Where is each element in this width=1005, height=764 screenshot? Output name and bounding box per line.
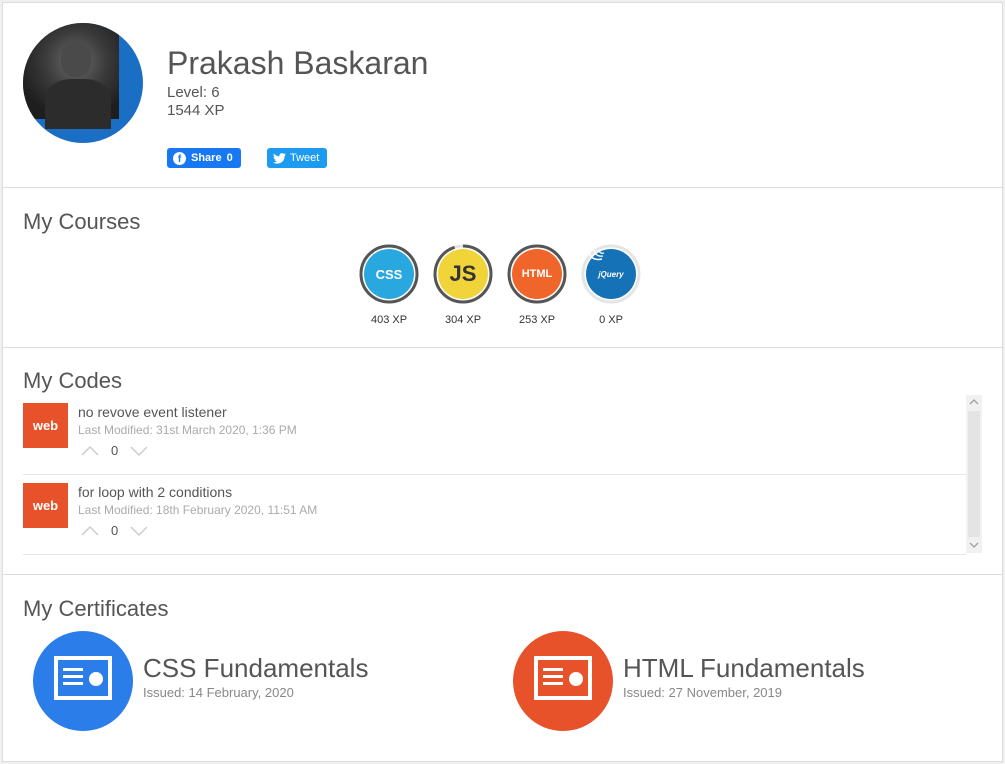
facebook-icon: f	[173, 151, 186, 165]
course-css[interactable]: CSS 403 XP	[359, 244, 419, 326]
vote-count: 0	[111, 523, 119, 538]
vote-controls: 0	[81, 443, 148, 458]
codes-section: My Codes web no revove event listener La…	[2, 347, 1003, 574]
code-item[interactable]: web for loop with 2 conditions Last Modi…	[23, 475, 966, 555]
certificate-item[interactable]: HTML Fundamentals Issued: 27 November, 2…	[513, 631, 933, 731]
course-html[interactable]: HTML 253 XP	[507, 244, 567, 326]
course-jquery[interactable]: jQuery 0 XP	[581, 244, 641, 326]
avatar[interactable]	[23, 23, 143, 143]
tweet-button[interactable]: Tweet	[267, 148, 328, 168]
codes-title: My Codes	[23, 368, 123, 393]
certificates-title: My Certificates	[23, 596, 169, 621]
courses-list: CSS 403 XP JS 304 XP HTML 253 XP jQuery …	[359, 244, 641, 326]
upvote-icon[interactable]	[81, 525, 99, 537]
twitter-bird-icon	[273, 152, 286, 164]
course-xp: 0 XP	[599, 314, 623, 326]
profile-page: Prakash Baskaran Level: 6 1544 XP f Shar…	[0, 0, 1005, 764]
jquery-badge-icon: jQuery	[586, 249, 636, 299]
certificate-icon	[513, 631, 613, 731]
js-badge-icon: JS	[438, 249, 488, 299]
code-modified: Last Modified: 31st March 2020, 1:36 PM	[78, 423, 297, 437]
scroll-down-arrow-icon[interactable]	[969, 541, 979, 549]
course-xp: 403 XP	[370, 314, 408, 326]
courses-title: My Courses	[23, 209, 141, 234]
certificate-title[interactable]: HTML Fundamentals	[623, 653, 865, 684]
upvote-icon[interactable]	[81, 445, 99, 457]
courses-section: My Courses CSS 403 XP JS 304 XP HTML 253…	[2, 187, 1003, 347]
certificate-icon	[33, 631, 133, 731]
downvote-icon[interactable]	[130, 445, 148, 457]
codes-scrollbar[interactable]	[966, 395, 982, 553]
certificate-date: Issued: 27 November, 2019	[623, 685, 782, 700]
code-title[interactable]: for loop with 2 conditions	[78, 484, 232, 500]
code-title[interactable]: no revove event listener	[78, 404, 227, 420]
codes-list: web no revove event listener Last Modifi…	[23, 395, 983, 555]
jquery-swirl-icon	[588, 249, 605, 261]
downvote-icon[interactable]	[130, 525, 148, 537]
vote-count: 0	[111, 443, 119, 458]
css-badge-icon: CSS	[364, 249, 414, 299]
course-xp: 253 XP	[518, 314, 556, 326]
web-badge: web	[23, 483, 68, 528]
avatar-photo	[23, 23, 119, 129]
scroll-thumb[interactable]	[968, 411, 980, 537]
share-label: Share	[191, 152, 222, 164]
web-badge: web	[23, 403, 68, 448]
tweet-label: Tweet	[290, 152, 320, 164]
vote-controls: 0	[81, 523, 148, 538]
course-xp: 304 XP	[444, 314, 482, 326]
certificate-date: Issued: 14 February, 2020	[143, 685, 294, 700]
scroll-up-arrow-icon[interactable]	[969, 398, 979, 406]
code-item[interactable]: web no revove event listener Last Modifi…	[23, 395, 966, 475]
profile-name: Prakash Baskaran	[167, 45, 429, 81]
certificate-item[interactable]: CSS Fundamentals Issued: 14 February, 20…	[33, 631, 453, 731]
certificates-section: My Certificates CSS Fundamentals Issued:…	[2, 574, 1003, 762]
profile-section: Prakash Baskaran Level: 6 1544 XP f Shar…	[2, 2, 1003, 187]
facebook-share-button[interactable]: f Share 0	[167, 148, 241, 168]
html-badge-icon: HTML	[512, 249, 562, 299]
course-js[interactable]: JS 304 XP	[433, 244, 493, 326]
profile-level: Level: 6	[167, 84, 220, 101]
code-modified: Last Modified: 18th February 2020, 11:51…	[78, 503, 318, 517]
profile-xp: 1544 XP	[167, 102, 225, 119]
share-count: 0	[226, 152, 233, 164]
certificate-title[interactable]: CSS Fundamentals	[143, 653, 368, 684]
